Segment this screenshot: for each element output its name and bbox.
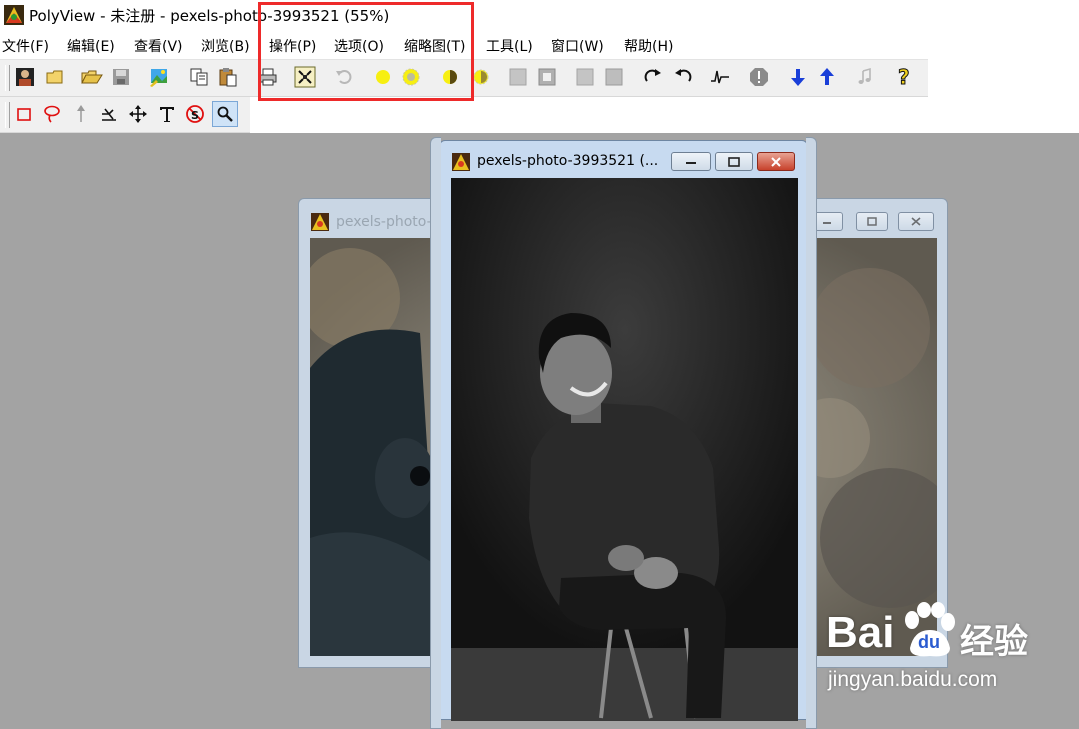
svg-text:?: ? <box>898 66 910 88</box>
gray-square-2-icon[interactable] <box>572 64 598 90</box>
move-icon[interactable] <box>125 101 151 127</box>
minimize-button[interactable] <box>671 152 711 171</box>
active-image-window[interactable]: pexels-photo-3993521 (... <box>430 137 817 729</box>
arrow-down-icon[interactable] <box>785 64 811 90</box>
gray-square-3-icon[interactable] <box>601 64 627 90</box>
active-window-title: pexels-photo-3993521 (... <box>477 153 659 169</box>
back-close-button[interactable] <box>898 212 934 231</box>
image-adjust-icon[interactable] <box>147 64 173 90</box>
levels-icon[interactable] <box>707 64 733 90</box>
toolbar-grip[interactable] <box>5 102 10 128</box>
svg-text:S: S <box>191 109 199 122</box>
menu-window[interactable]: 窗口(W) <box>551 36 604 56</box>
arrow-up-thin-icon[interactable] <box>68 101 94 127</box>
app-title-bar: PolyView - 未注册 - pexels-photo-3993521 (5… <box>0 0 1079 31</box>
menu-bar: 文件(F) 编辑(E) 查看(V) 浏览(B) 操作(P) 选项(O) 缩略图(… <box>0 31 1079 59</box>
help-icon[interactable]: ? <box>891 64 917 90</box>
toolbar-empty-area <box>928 59 1079 97</box>
menu-browse[interactable]: 浏览(B) <box>201 36 250 56</box>
inner-square-icon[interactable] <box>534 64 560 90</box>
open-file-icon[interactable] <box>79 64 105 90</box>
menu-edit[interactable]: 编辑(E) <box>67 36 115 56</box>
menu-help[interactable]: 帮助(H) <box>624 36 673 56</box>
image-window-icon <box>311 213 329 231</box>
crop-angle-icon[interactable] <box>96 101 122 127</box>
portrait-icon[interactable] <box>12 64 38 90</box>
highlight-annotation <box>258 2 474 101</box>
save-icon[interactable] <box>108 64 134 90</box>
open-folder-icon[interactable] <box>42 64 68 90</box>
toolbar-empty-area <box>250 97 1079 133</box>
polyview-logo-icon <box>4 5 24 25</box>
music-note-icon[interactable] <box>852 64 878 90</box>
tool-toolbar: S <box>0 97 250 133</box>
lasso-icon[interactable] <box>39 101 65 127</box>
menu-view[interactable]: 查看(V) <box>134 36 183 56</box>
watermark-du: du <box>918 632 940 652</box>
rect-select-icon[interactable] <box>11 101 37 127</box>
watermark-brand: Bai <box>826 608 895 657</box>
paste-icon[interactable] <box>215 64 241 90</box>
copy-icon[interactable] <box>186 64 212 90</box>
back-maximize-button[interactable] <box>856 212 888 231</box>
close-button[interactable] <box>757 152 795 171</box>
menu-tools[interactable]: 工具(L) <box>486 36 533 56</box>
watermark-cn: 经验 <box>960 622 1028 662</box>
back-window-title: pexels-photo- <box>336 214 432 230</box>
magnify-icon[interactable] <box>212 101 238 127</box>
gray-square-icon[interactable] <box>505 64 531 90</box>
portrait-image <box>451 178 798 721</box>
toolbar-grip[interactable] <box>5 65 10 91</box>
maximize-button[interactable] <box>715 152 753 171</box>
menu-file[interactable]: 文件(F) <box>2 36 49 56</box>
text-tool-icon[interactable] <box>154 101 180 127</box>
block-icon[interactable] <box>746 64 772 90</box>
rotate-cw-icon[interactable] <box>640 64 666 90</box>
image-window-icon <box>452 153 470 171</box>
baidu-watermark: Bai du 经验 jingyan.baidu.com <box>826 600 1056 700</box>
rotate-ccw-icon[interactable] <box>670 64 696 90</box>
arrow-up-icon[interactable] <box>814 64 840 90</box>
watermark-url: jingyan.baidu.com <box>828 668 998 691</box>
stamp-icon[interactable]: S <box>182 101 208 127</box>
